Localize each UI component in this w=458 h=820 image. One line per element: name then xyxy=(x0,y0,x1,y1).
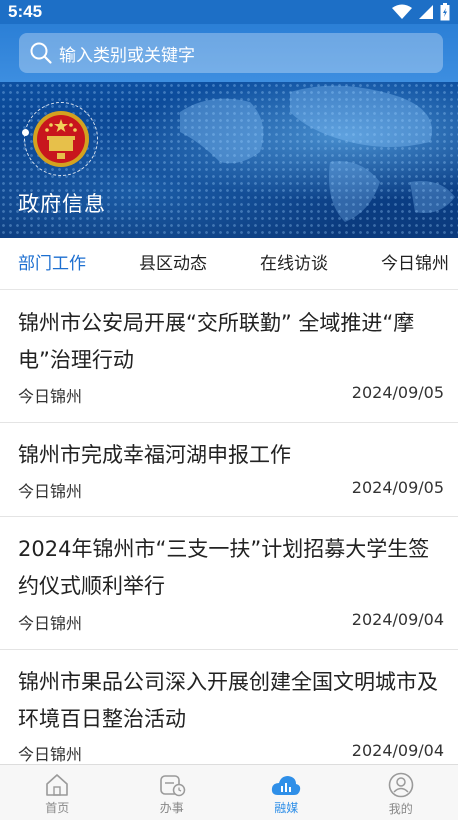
banner: 政府信息 xyxy=(0,82,458,238)
list-item[interactable]: 锦州市公安局开展“交所联勤” 全域推进“摩电”治理行动 今日锦州 2024/09… xyxy=(0,291,458,423)
list-item[interactable]: 2024年锦州市“三支一扶”计划招募大学生签约仪式顺利举行 今日锦州 2024/… xyxy=(0,517,458,650)
news-date: 2024/09/04 xyxy=(351,610,444,629)
nav-media[interactable]: 融媒 xyxy=(229,765,344,820)
tab-county-news[interactable]: 县区动态 xyxy=(139,238,207,289)
news-title: 锦州市果品公司深入开展创建全国文明城市及环境百日整治活动 xyxy=(18,670,438,731)
nav-label: 首页 xyxy=(45,801,70,815)
search-icon xyxy=(30,42,52,64)
status-time: 5:45 xyxy=(8,2,43,21)
search-placeholder: 输入类别或关键字 xyxy=(59,45,195,66)
news-source: 今日锦州 xyxy=(18,614,83,633)
tab-department-work[interactable]: 部门工作 xyxy=(18,238,86,289)
status-bar: 5:45 xyxy=(0,0,458,24)
media-cloud-icon xyxy=(272,776,301,795)
news-title: 锦州市完成幸福河湖申报工作 xyxy=(18,443,291,467)
nav-profile[interactable]: 我的 xyxy=(344,765,458,820)
status-icons xyxy=(392,3,450,21)
banner-title: 政府信息 xyxy=(18,192,106,216)
nav-label: 融媒 xyxy=(274,801,299,815)
nav-label: 办事 xyxy=(159,801,184,815)
nav-service[interactable]: 办事 xyxy=(115,765,230,820)
tab-online-interview[interactable]: 在线访谈 xyxy=(260,238,328,289)
world-map-graphic xyxy=(180,85,455,222)
national-emblem-icon xyxy=(24,102,98,176)
news-title: 锦州市公安局开展“交所联勤” 全域推进“摩电”治理行动 xyxy=(18,311,415,372)
list-item[interactable]: 锦州市完成幸福河湖申报工作 今日锦州 2024/09/05 xyxy=(0,423,458,517)
news-source: 今日锦州 xyxy=(18,387,83,406)
wifi-icon xyxy=(392,4,412,19)
search-input[interactable]: 输入类别或关键字 xyxy=(19,33,443,73)
news-title: 2024年锦州市“三支一扶”计划招募大学生签约仪式顺利举行 xyxy=(18,537,430,598)
battery-icon xyxy=(440,3,450,21)
tab-today-jinzhou[interactable]: 今日锦州 xyxy=(381,238,449,289)
nav-home[interactable]: 首页 xyxy=(0,765,115,820)
top-header: 输入类别或关键字 xyxy=(0,24,458,82)
nav-label: 我的 xyxy=(388,802,413,816)
category-tabs: 部门工作 县区动态 在线访谈 今日锦州 xyxy=(0,238,458,290)
user-icon xyxy=(388,772,414,798)
news-source: 今日锦州 xyxy=(18,745,83,764)
signal-icon xyxy=(419,5,433,19)
news-source: 今日锦州 xyxy=(18,482,83,501)
news-date: 2024/09/05 xyxy=(351,478,444,497)
news-date: 2024/09/05 xyxy=(351,383,444,402)
news-date: 2024/09/04 xyxy=(351,741,444,760)
bottom-nav: 首页 办事 融媒 我的 xyxy=(0,764,458,820)
list-item[interactable]: 锦州市果品公司深入开展创建全国文明城市及环境百日整治活动 今日锦州 2024/0… xyxy=(0,650,458,765)
service-icon xyxy=(159,775,185,797)
home-icon xyxy=(46,774,69,796)
